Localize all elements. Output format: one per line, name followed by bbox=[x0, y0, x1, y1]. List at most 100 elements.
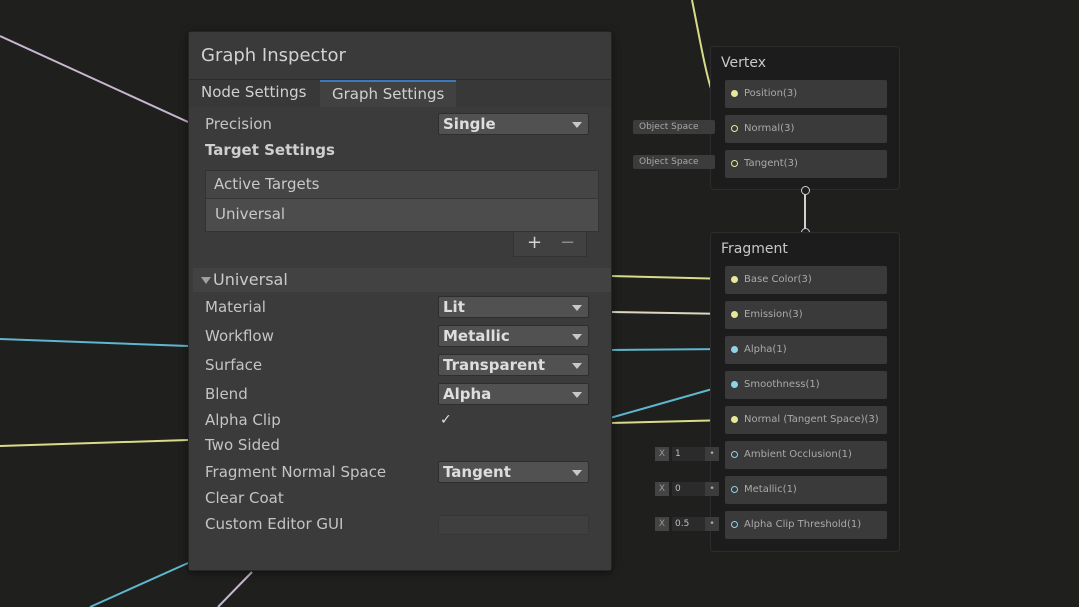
vector1-port-icon[interactable] bbox=[731, 521, 738, 528]
custom-editor-gui-label: Custom Editor GUI bbox=[205, 515, 344, 533]
value-field[interactable]: 0.5 bbox=[672, 517, 705, 531]
port-label: Tangent(3) bbox=[744, 158, 798, 169]
tangent-space-inline-input[interactable]: Object Space bbox=[633, 155, 715, 169]
vector3-port-icon[interactable] bbox=[731, 416, 738, 423]
block-alpha[interactable]: Alpha(1) bbox=[725, 336, 887, 364]
block-emission[interactable]: Emission(3) bbox=[725, 301, 887, 329]
two-sided-label: Two Sided bbox=[205, 436, 280, 454]
wire-pink-bottom bbox=[217, 571, 253, 607]
vertex-flow-out-port[interactable] bbox=[801, 186, 810, 195]
axis-label: X bbox=[655, 447, 669, 461]
fragment-title: Fragment bbox=[721, 241, 788, 257]
list-add-remove-controls: + − bbox=[513, 232, 587, 257]
axis-label: X bbox=[655, 517, 669, 531]
add-target-button[interactable]: + bbox=[527, 232, 542, 254]
vertex-title: Vertex bbox=[721, 55, 767, 71]
inspector-tabs: Node Settings Graph Settings bbox=[189, 80, 611, 109]
precision-dropdown[interactable]: Single bbox=[438, 113, 589, 135]
target-settings-heading: Target Settings bbox=[205, 141, 335, 159]
fragment-normal-space-label: Fragment Normal Space bbox=[205, 463, 387, 481]
fragment-context[interactable]: Fragment Base Color(3) Emission(3) Alpha… bbox=[710, 232, 900, 552]
block-tangent[interactable]: Tangent(3) bbox=[725, 150, 887, 178]
clear-coat-checkbox[interactable] bbox=[440, 491, 454, 505]
blend-value: Alpha bbox=[443, 385, 492, 403]
alpha-clip-checkbox[interactable]: ✓ bbox=[440, 413, 454, 427]
vertex-context[interactable]: Vertex Position(3) Normal(3) Tangent(3) bbox=[710, 46, 900, 190]
active-targets-header: Active Targets bbox=[206, 171, 598, 199]
port-label: Emission(3) bbox=[744, 309, 803, 320]
metallic-inline-input[interactable]: X 0 • bbox=[655, 482, 721, 496]
vector1-port-icon[interactable] bbox=[731, 486, 738, 493]
section-title: Universal bbox=[213, 270, 288, 289]
vector1-port-icon[interactable] bbox=[731, 346, 738, 353]
vector3-port-icon[interactable] bbox=[731, 125, 738, 132]
custom-editor-gui-field[interactable] bbox=[438, 515, 589, 535]
port-label: Normal (Tangent Space)(3) bbox=[744, 414, 879, 425]
block-position[interactable]: Position(3) bbox=[725, 80, 887, 108]
axis-label: X bbox=[655, 482, 669, 496]
universal-section-foldout[interactable]: Universal bbox=[193, 268, 611, 292]
port-label: Alpha(1) bbox=[744, 344, 787, 355]
port-label: Normal(3) bbox=[744, 123, 795, 134]
chevron-down-icon bbox=[572, 334, 582, 340]
vector3-port-icon[interactable] bbox=[731, 276, 738, 283]
connector-dot-icon: • bbox=[705, 447, 719, 461]
fragment-normal-space-value: Tangent bbox=[443, 463, 511, 481]
alpha-clip-threshold-inline-input[interactable]: X 0.5 • bbox=[655, 517, 721, 531]
port-label: Metallic(1) bbox=[744, 484, 797, 495]
wire-blue-left bbox=[0, 338, 189, 347]
inspector-title[interactable]: Graph Inspector bbox=[189, 32, 611, 80]
blend-dropdown[interactable]: Alpha bbox=[438, 383, 589, 405]
foldout-arrow-icon bbox=[201, 277, 211, 284]
vector3-port-icon[interactable] bbox=[731, 160, 738, 167]
block-ambient-occlusion[interactable]: Ambient Occlusion(1) bbox=[725, 441, 887, 469]
block-alpha-clip-threshold[interactable]: Alpha Clip Threshold(1) bbox=[725, 511, 887, 539]
port-label: Ambient Occlusion(1) bbox=[744, 449, 852, 460]
two-sided-checkbox[interactable] bbox=[440, 438, 454, 452]
block-base-color[interactable]: Base Color(3) bbox=[725, 266, 887, 294]
remove-target-button[interactable]: − bbox=[560, 232, 575, 254]
precision-value: Single bbox=[443, 115, 496, 133]
tab-graph-settings[interactable]: Graph Settings bbox=[320, 80, 457, 109]
connector-dot-icon: • bbox=[705, 517, 719, 531]
vector3-port-icon[interactable] bbox=[731, 311, 738, 318]
block-normal-tangent-space[interactable]: Normal (Tangent Space)(3) bbox=[725, 406, 887, 434]
vector3-port-icon[interactable] bbox=[731, 90, 738, 97]
value-field[interactable]: 1 bbox=[672, 447, 705, 461]
vector1-port-icon[interactable] bbox=[731, 451, 738, 458]
graph-inspector-panel: Graph Inspector Node Settings Graph Sett… bbox=[188, 31, 612, 571]
workflow-value: Metallic bbox=[443, 327, 510, 345]
port-label: Base Color(3) bbox=[744, 274, 812, 285]
wire-yellow-left bbox=[0, 439, 189, 447]
block-metallic[interactable]: Metallic(1) bbox=[725, 476, 887, 504]
list-item[interactable]: Universal bbox=[206, 199, 598, 231]
surface-value: Transparent bbox=[443, 356, 545, 374]
precision-label: Precision bbox=[205, 115, 272, 133]
ambient-occlusion-inline-input[interactable]: X 1 • bbox=[655, 447, 721, 461]
chevron-down-icon bbox=[572, 470, 582, 476]
clear-coat-label: Clear Coat bbox=[205, 489, 284, 507]
connector-dot-icon: • bbox=[705, 482, 719, 496]
chevron-down-icon bbox=[572, 392, 582, 398]
inspector-body: Precision Single Target Settings Active … bbox=[189, 107, 611, 570]
normal-space-inline-input[interactable]: Object Space bbox=[633, 120, 715, 134]
alpha-clip-label: Alpha Clip bbox=[205, 411, 281, 429]
block-normal[interactable]: Normal(3) bbox=[725, 115, 887, 143]
chevron-down-icon bbox=[572, 122, 582, 128]
port-label: Smoothness(1) bbox=[744, 379, 820, 390]
wire-position-input bbox=[691, 0, 713, 93]
material-value: Lit bbox=[443, 298, 465, 316]
workflow-dropdown[interactable]: Metallic bbox=[438, 325, 589, 347]
wire-pink-top-left bbox=[0, 35, 189, 123]
surface-dropdown[interactable]: Transparent bbox=[438, 354, 589, 376]
block-smoothness[interactable]: Smoothness(1) bbox=[725, 371, 887, 399]
tab-node-settings[interactable]: Node Settings bbox=[189, 80, 318, 107]
fragment-normal-space-dropdown[interactable]: Tangent bbox=[438, 461, 589, 483]
port-label: Alpha Clip Threshold(1) bbox=[744, 519, 862, 530]
value-field[interactable]: 0 bbox=[672, 482, 705, 496]
blend-label: Blend bbox=[205, 385, 248, 403]
material-dropdown[interactable]: Lit bbox=[438, 296, 589, 318]
vector1-port-icon[interactable] bbox=[731, 381, 738, 388]
material-label: Material bbox=[205, 298, 266, 316]
port-label: Position(3) bbox=[744, 88, 798, 99]
